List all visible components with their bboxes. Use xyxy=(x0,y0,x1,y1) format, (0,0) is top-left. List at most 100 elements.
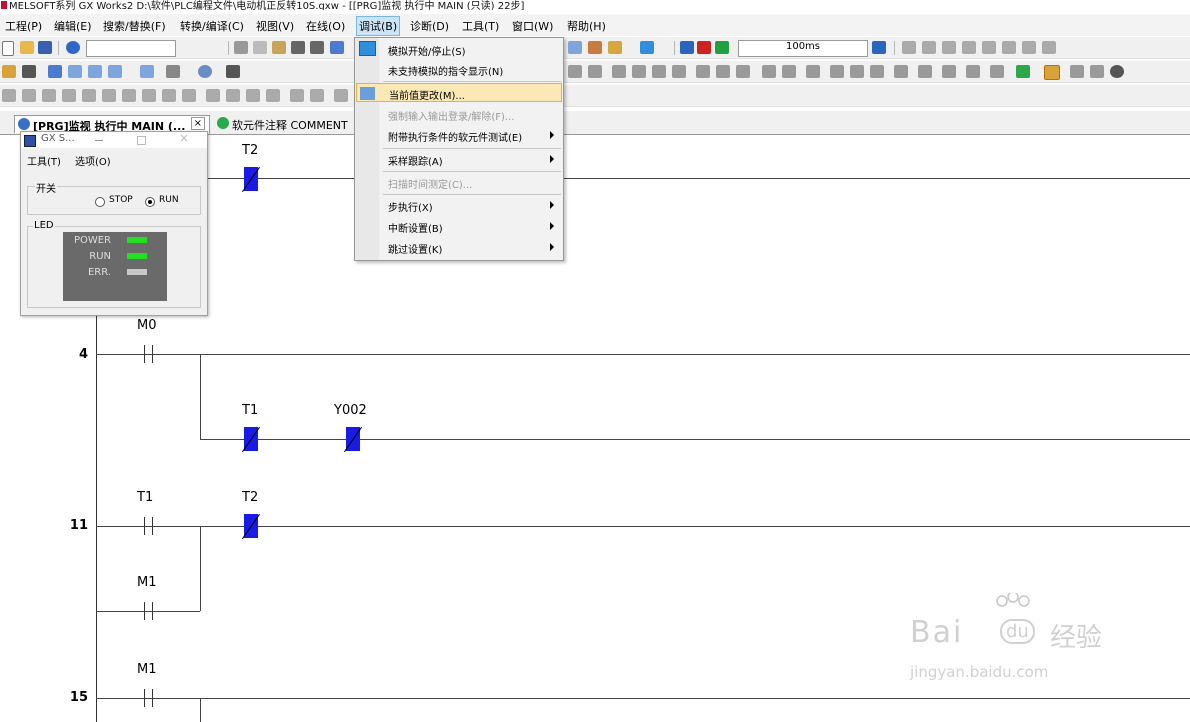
save-icon[interactable] xyxy=(38,41,52,54)
paste-icon[interactable] xyxy=(272,41,286,54)
redo-icon[interactable] xyxy=(310,41,324,54)
edit-tool-icon[interactable] xyxy=(42,89,56,102)
edit-tool-icon[interactable] xyxy=(226,89,240,102)
menu-help[interactable]: 帮助(H) xyxy=(567,18,606,34)
ladder-symbol-icon[interactable] xyxy=(736,65,750,78)
edit-tool-icon[interactable] xyxy=(122,89,136,102)
edit-tool-icon[interactable] xyxy=(206,89,220,102)
ladder-symbol-icon[interactable] xyxy=(850,65,864,78)
menu-item-simulation-start-stop[interactable]: 模拟开始/停止(S) xyxy=(356,40,562,59)
window-icon[interactable] xyxy=(48,65,62,78)
cut-icon[interactable] xyxy=(234,41,248,54)
ladder-symbol-icon[interactable] xyxy=(894,65,908,78)
minimize-icon[interactable] xyxy=(95,140,103,141)
search-device-icon[interactable] xyxy=(166,65,180,78)
ladder-symbol-icon[interactable] xyxy=(918,65,932,78)
ladder-symbol-icon[interactable] xyxy=(568,65,582,78)
tab-device-comment[interactable]: 软元件注释 COMMENT xyxy=(214,115,354,133)
menu-item-skip-setting[interactable]: 跳过设置(K) xyxy=(356,238,562,257)
edit-tool-icon[interactable] xyxy=(62,89,76,102)
edit-tool-icon[interactable] xyxy=(22,89,36,102)
copy-icon[interactable] xyxy=(253,41,267,54)
dev-icon[interactable] xyxy=(88,65,102,78)
menu-item-unsupported-instructions[interactable]: 未支持模拟的指令显示(N) xyxy=(356,60,562,79)
contact-symbol[interactable] xyxy=(136,517,162,535)
close-icon[interactable]: × xyxy=(179,131,189,145)
dev-icon[interactable] xyxy=(108,65,122,78)
edit-tool-icon[interactable] xyxy=(182,89,196,102)
open-folder-icon[interactable] xyxy=(20,41,34,54)
edit-tool-icon[interactable] xyxy=(142,89,156,102)
step-icon[interactable] xyxy=(715,41,729,54)
contact-symbol[interactable] xyxy=(136,602,162,620)
edit-tool-icon[interactable] xyxy=(162,89,176,102)
program-icon[interactable] xyxy=(22,65,36,78)
new-file-icon[interactable] xyxy=(2,41,14,56)
edit-tool-icon[interactable] xyxy=(82,89,96,102)
ladder-tool-icon[interactable] xyxy=(1002,41,1016,54)
ladder-symbol-icon[interactable] xyxy=(1090,65,1104,78)
simulator-menu-tools[interactable]: 工具(T) xyxy=(27,153,61,168)
simulator-window[interactable]: GX S... × 工具(T) 选项(O) 开关 STOP RUN LED PO… xyxy=(20,131,208,316)
zoom-icon[interactable] xyxy=(1110,65,1124,78)
close-icon[interactable]: × xyxy=(190,117,205,130)
ladder-tool-icon[interactable] xyxy=(922,41,936,54)
menu-debug[interactable]: 调试(B) xyxy=(356,16,401,36)
edit-tool-icon[interactable] xyxy=(310,89,324,102)
menu-online[interactable]: 在线(O) xyxy=(306,18,345,34)
ladder-symbol-icon[interactable] xyxy=(782,65,796,78)
apply-icon[interactable] xyxy=(872,41,886,54)
menu-tools[interactable]: 工具(T) xyxy=(462,18,499,34)
menu-view[interactable]: 视图(V) xyxy=(256,18,294,34)
project-tree-icon[interactable] xyxy=(2,65,16,78)
menu-item-modify-value[interactable]: 当前值更改(M)... xyxy=(356,83,562,102)
menu-item-forced-io[interactable]: 强制输入输出登录/解除(F)... xyxy=(356,105,562,124)
binoculars-icon[interactable] xyxy=(226,65,240,78)
ladder-symbol-icon[interactable] xyxy=(652,65,666,78)
run-monitor-icon[interactable] xyxy=(680,41,694,54)
edit-tool-icon[interactable] xyxy=(266,89,280,102)
edit-tool-icon[interactable] xyxy=(290,89,304,102)
menu-diagnostics[interactable]: 诊断(D) xyxy=(410,18,449,34)
maximize-icon[interactable] xyxy=(137,136,146,145)
menu-item-device-test[interactable]: 附带执行条件的软元件测试(E) xyxy=(356,126,562,145)
play-icon[interactable] xyxy=(697,41,711,54)
ladder-symbol-icon[interactable] xyxy=(942,65,956,78)
menu-item-sampling-trace[interactable]: 采样跟踪(A) xyxy=(356,150,562,169)
simulator-title-bar[interactable]: GX S... × xyxy=(21,131,207,148)
monitor-icon[interactable] xyxy=(568,41,582,54)
ladder-symbol-icon[interactable] xyxy=(990,65,1004,78)
contact-symbol[interactable] xyxy=(136,345,162,363)
run-radio[interactable] xyxy=(145,197,155,207)
edit-tool-icon[interactable] xyxy=(334,89,348,102)
ladder-tool-icon[interactable] xyxy=(902,41,916,54)
write-icon[interactable] xyxy=(588,41,602,54)
edit-tool-icon[interactable] xyxy=(246,89,260,102)
menu-window[interactable]: 窗口(W) xyxy=(512,18,553,34)
project-combo[interactable] xyxy=(86,40,176,57)
ladder-symbol-icon[interactable] xyxy=(762,65,776,78)
menu-edit[interactable]: 编辑(E) xyxy=(54,18,92,34)
stop-radio[interactable] xyxy=(95,197,105,207)
menu-item-step-execution[interactable]: 步执行(X) xyxy=(356,196,562,215)
interval-combo[interactable]: 100ms xyxy=(738,40,868,57)
ladder-tool-icon[interactable] xyxy=(942,41,956,54)
edit-tool-icon[interactable] xyxy=(102,89,116,102)
menu-item-scan-time[interactable]: 扫描时间测定(C)... xyxy=(356,173,562,192)
device-icon[interactable] xyxy=(330,41,344,54)
clock-icon[interactable] xyxy=(198,65,212,78)
ladder-symbol-icon[interactable] xyxy=(632,65,646,78)
active-tool-icon[interactable] xyxy=(1044,65,1060,80)
simulator-menu-options[interactable]: 选项(O) xyxy=(75,153,111,168)
ladder-symbol-icon[interactable] xyxy=(672,65,686,78)
menu-convert-compile[interactable]: 转换/编译(C) xyxy=(180,18,244,34)
ladder-tool-icon[interactable] xyxy=(962,41,976,54)
menu-project[interactable]: 工程(P) xyxy=(5,18,42,34)
dev-icon[interactable] xyxy=(140,65,154,78)
ladder-symbol-icon[interactable] xyxy=(830,65,844,78)
menu-item-break-setting[interactable]: 中断设置(B) xyxy=(356,217,562,236)
edit-tool-icon[interactable] xyxy=(2,89,16,102)
ladder-tool-icon[interactable] xyxy=(1042,41,1056,54)
ladder-tool-icon[interactable] xyxy=(982,41,996,54)
ladder-symbol-icon[interactable] xyxy=(966,65,980,78)
